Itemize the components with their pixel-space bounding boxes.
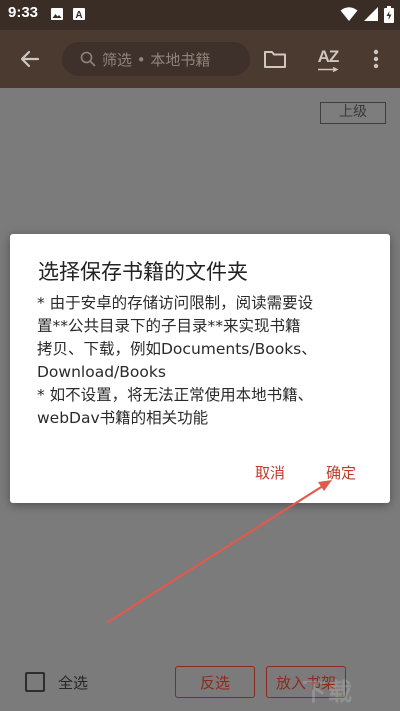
- ok-button[interactable]: 确定: [326, 462, 356, 483]
- search-placeholder: 筛选 • 本地书籍: [102, 50, 211, 69]
- battery-icon: [384, 6, 394, 23]
- status-bar: 9:33 A: [0, 0, 400, 30]
- dialog-message-line: webDav书籍的相关功能: [37, 409, 209, 427]
- back-button[interactable]: [14, 43, 46, 75]
- svg-text:A: A: [75, 10, 82, 21]
- dialog-message-line: * 由于安卓的存储访问限制，阅读需要设: [37, 294, 314, 312]
- status-time: 9:33: [8, 4, 39, 21]
- a-box-icon: A: [73, 8, 85, 21]
- watermark: 下载: [302, 678, 354, 706]
- search-icon: [80, 51, 96, 67]
- more-button[interactable]: [360, 43, 392, 75]
- arrow-left-icon: [20, 50, 40, 68]
- search-input[interactable]: 筛选 • 本地书籍: [62, 42, 250, 76]
- dialog-message-line: 置**公共目录下的子目录**来实现书籍: [37, 317, 301, 335]
- folder-button[interactable]: [259, 43, 291, 75]
- folder-icon: [264, 51, 286, 68]
- folder-select-dialog: 选择保存书籍的文件夹 * 由于安卓的存储访问限制，阅读需要设 置**公共目录下的…: [10, 234, 390, 503]
- dialog-message: * 由于安卓的存储访问限制，阅读需要设 置**公共目录下的子目录**来实现书籍 …: [37, 292, 373, 430]
- select-all-checkbox[interactable]: [25, 672, 45, 692]
- more-vert-icon: [373, 49, 379, 69]
- signal-icon: [364, 7, 378, 21]
- sort-button[interactable]: AZ: [312, 43, 344, 75]
- dialog-message-line: * 如不设置，将无法正常使用本地书籍、: [37, 386, 314, 404]
- cancel-button[interactable]: 取消: [255, 462, 285, 483]
- image-icon: [51, 8, 63, 20]
- toolbar: 筛选 • 本地书籍 AZ: [0, 30, 400, 88]
- parent-dir-button[interactable]: 上级: [320, 102, 386, 124]
- wifi-icon: [340, 7, 358, 21]
- sort-label: AZ: [317, 46, 340, 66]
- dialog-message-line: Download/Books: [37, 363, 166, 381]
- select-all-label: 全选: [58, 674, 89, 692]
- dialog-message-line: 拷贝、下载，例如Documents/Books、: [37, 340, 317, 358]
- sort-arrow-icon: [318, 66, 339, 72]
- invert-selection-button[interactable]: 反选: [175, 666, 255, 698]
- dialog-title: 选择保存书籍的文件夹: [38, 260, 248, 284]
